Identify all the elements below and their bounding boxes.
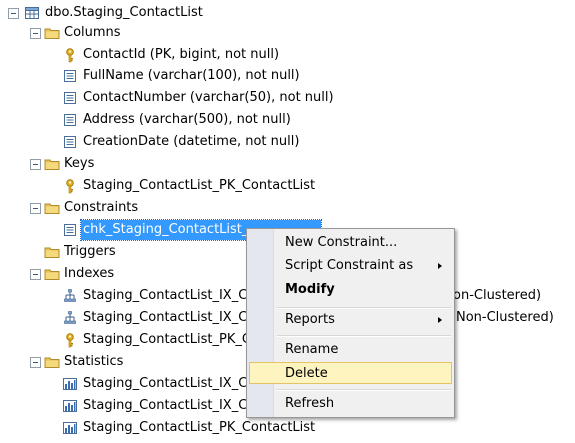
column-label: CreationDate (datetime, not null): [83, 134, 300, 149]
collapse-icon[interactable]: [30, 159, 41, 170]
object-explorer-tree: dbo.Staging_ContactList Columns ContactI…: [0, 0, 575, 443]
statistic-label: Staging_ContactList_IX_C: [83, 376, 248, 391]
folder-icon: [44, 200, 60, 216]
menu-item-reports[interactable]: Reports: [249, 309, 452, 331]
menu-item-script-constraint-as[interactable]: Script Constraint as: [249, 255, 452, 277]
folder-icon: [44, 156, 60, 172]
statistics-icon: [62, 376, 78, 392]
statistic-label: Staging_ContactList_IX_C: [83, 398, 248, 413]
column-icon: [62, 68, 78, 84]
index-label: Staging_ContactList_PK_C: [83, 332, 251, 347]
statistics-folder-label: Statistics: [64, 354, 124, 369]
triggers-folder-label: Triggers: [64, 244, 116, 259]
index-type-label: Non-Clustered): [456, 310, 554, 325]
columns-folder-label: Columns: [64, 25, 121, 40]
collapse-icon[interactable]: [8, 8, 19, 19]
statistics-icon: [62, 420, 78, 436]
statistics-icon: [62, 398, 78, 414]
constraint-icon: [62, 222, 78, 238]
table-node-label: dbo.Staging_ContactList: [45, 5, 203, 20]
context-menu: New Constraint... Script Constraint as M…: [246, 228, 455, 418]
collapse-icon[interactable]: [30, 269, 41, 280]
menu-item-delete[interactable]: Delete: [249, 362, 452, 384]
column-icon: [62, 134, 78, 150]
menu-item-refresh[interactable]: Refresh: [249, 393, 452, 415]
menu-item-label: Refresh: [285, 396, 335, 411]
primary-key-icon: [62, 178, 78, 194]
collapse-icon[interactable]: [30, 203, 41, 214]
index-icon: [62, 310, 78, 326]
menu-item-rename[interactable]: Rename: [249, 339, 452, 361]
collapse-icon[interactable]: [30, 28, 41, 39]
menu-separator: [277, 389, 451, 391]
key-label: Staging_ContactList_PK_ContactList: [83, 178, 316, 193]
primary-key-icon: [62, 47, 78, 63]
menu-item-label: Script Constraint as: [285, 258, 414, 273]
menu-item-label: Rename: [285, 342, 339, 357]
folder-icon: [44, 266, 60, 282]
menu-separator: [277, 335, 451, 337]
menu-item-label: New Constraint...: [285, 235, 398, 250]
index-label: Staging_ContactList_IX_C: [83, 310, 248, 325]
folder-icon: [44, 354, 60, 370]
column-label: ContactNumber (varchar(50), not null): [83, 90, 334, 105]
indexes-folder-label: Indexes: [64, 266, 115, 281]
column-icon: [62, 90, 78, 106]
submenu-arrow-icon: [438, 263, 442, 269]
primary-key-icon: [62, 332, 78, 348]
column-label: FullName (varchar(100), not null): [83, 68, 300, 83]
menu-item-label: Modify: [285, 282, 335, 297]
folder-icon: [44, 25, 60, 41]
statistic-label: Staging_ContactList_PK_ContactList: [83, 420, 316, 435]
menu-item-modify[interactable]: Modify: [249, 279, 452, 301]
column-label: ContactId (PK, bigint, not null): [83, 47, 280, 62]
keys-folder-label: Keys: [64, 156, 95, 171]
submenu-arrow-icon: [438, 317, 442, 323]
constraints-folder-label: Constraints: [64, 200, 139, 215]
table-icon: [24, 5, 40, 21]
menu-item-new-constraint[interactable]: New Constraint...: [249, 232, 452, 254]
column-label: Address (varchar(500), not null): [83, 112, 291, 127]
column-icon: [62, 112, 78, 128]
menu-item-label: Delete: [285, 366, 328, 381]
folder-icon: [44, 244, 60, 260]
collapse-icon[interactable]: [30, 357, 41, 368]
menu-item-label: Reports: [285, 312, 335, 327]
index-icon: [62, 288, 78, 304]
index-label: Staging_ContactList_IX_C: [83, 288, 248, 303]
index-type-label: on-Clustered): [453, 288, 542, 303]
